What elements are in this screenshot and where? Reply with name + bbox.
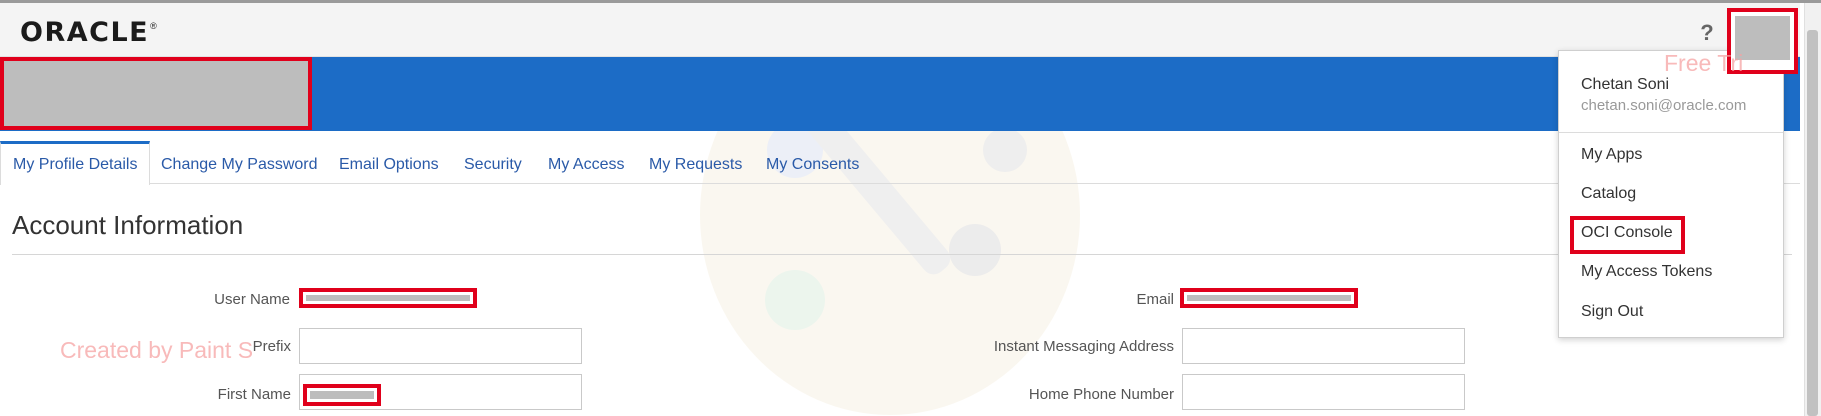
- home-phone-input[interactable]: [1182, 374, 1465, 410]
- menu-item-my-access-tokens[interactable]: My Access Tokens: [1581, 263, 1712, 281]
- oracle-logo[interactable]: ORACLE ®: [20, 18, 157, 48]
- menu-item-catalog[interactable]: Catalog: [1581, 185, 1636, 203]
- question-icon[interactable]: ?: [1697, 19, 1717, 47]
- menu-item-sign-out[interactable]: Sign Out: [1581, 303, 1643, 321]
- oci-console-highlight-box: [1570, 216, 1685, 254]
- user-name-redaction: [306, 295, 470, 301]
- email-redaction: [1187, 295, 1351, 301]
- banner-redacted-block: [0, 57, 312, 130]
- logo-text: ORACLE: [20, 17, 150, 48]
- home-phone-label: Home Phone Number: [1028, 386, 1174, 403]
- section-title: Account Information: [12, 210, 244, 240]
- section-divider: [12, 254, 1792, 255]
- profile-tabs: My Profile Details Change My Password Em…: [0, 141, 1800, 185]
- instant-messaging-input[interactable]: [1182, 328, 1465, 364]
- email-field[interactable]: [1180, 288, 1358, 308]
- menu-item-my-apps[interactable]: My Apps: [1581, 146, 1642, 164]
- menu-divider: [1559, 132, 1783, 133]
- user-avatar-icon[interactable]: [1727, 8, 1798, 74]
- first-name-label: First Name: [217, 386, 291, 403]
- user-email: chetan.soni@oracle.com: [1581, 97, 1747, 114]
- prefix-input[interactable]: [299, 328, 582, 364]
- tab-my-requests[interactable]: My Requests: [649, 141, 742, 184]
- tab-my-access[interactable]: My Access: [548, 141, 624, 184]
- instant-messaging-label: Instant Messaging Address: [993, 338, 1174, 355]
- tab-my-profile-details[interactable]: My Profile Details: [0, 141, 151, 185]
- tab-email-options[interactable]: Email Options: [339, 141, 439, 184]
- tab-security[interactable]: Security: [464, 141, 522, 184]
- prefix-label: Prefix: [252, 338, 291, 355]
- tab-my-consents[interactable]: My Consents: [766, 141, 859, 184]
- avatar-redaction: [1735, 16, 1790, 60]
- registered-mark: ®: [150, 21, 157, 31]
- user-name-label: User Name: [214, 291, 290, 308]
- first-name-value-redacted: [303, 384, 381, 406]
- scrollbar-thumb[interactable]: [1807, 30, 1818, 416]
- user-name-field[interactable]: [299, 288, 477, 308]
- user-display-name: Chetan Soni: [1581, 76, 1670, 93]
- user-menu-dropdown: Chetan Soni chetan.soni@oracle.com My Ap…: [1558, 50, 1784, 338]
- first-name-redaction: [310, 391, 374, 399]
- top-header: ORACLE ® ?: [0, 3, 1800, 57]
- tab-change-my-password[interactable]: Change My Password: [161, 141, 318, 184]
- email-label: Email: [1136, 291, 1174, 308]
